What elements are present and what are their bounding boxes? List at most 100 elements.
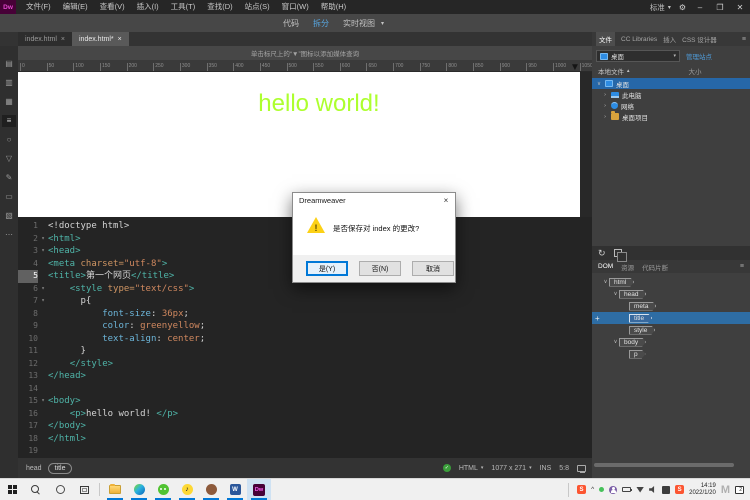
fold-icon[interactable]: ▾ <box>38 283 48 296</box>
tag-title-selected[interactable]: title <box>48 463 73 474</box>
panel-menu-icon[interactable]: ≡ <box>742 36 746 43</box>
network-icon[interactable] <box>636 487 644 493</box>
tray-expand-icon[interactable]: ^ <box>591 486 594 493</box>
taskbar-wechat[interactable] <box>151 479 175 500</box>
panel-menu-icon[interactable]: ≡ <box>740 263 744 270</box>
taskbar-word[interactable]: W <box>223 479 247 500</box>
window-size-label[interactable]: 1077 x 271 <box>491 465 526 472</box>
tab-cc-libraries[interactable]: CC Libraries <box>621 36 657 43</box>
code-line[interactable]: 19 <box>18 445 592 458</box>
code-line[interactable]: 11 } <box>18 345 592 358</box>
code-line[interactable]: 16 <p>hello world! </p> <box>18 408 592 421</box>
add-element-icon[interactable]: + <box>595 314 600 323</box>
menu-item-8[interactable]: 帮助(H) <box>315 0 352 14</box>
left-tool-icon-1[interactable]: ▥ <box>2 77 16 89</box>
code-line[interactable]: 9 color: greenyellow; <box>18 320 592 333</box>
chevron-closed-icon[interactable]: › <box>602 92 608 98</box>
dom-tree-item-style[interactable]: style <box>592 324 750 336</box>
notification-center-icon[interactable]: 2 <box>735 486 744 494</box>
menu-item-3[interactable]: 插入(I) <box>131 0 165 14</box>
manage-sites-link[interactable]: 管理站点 <box>686 51 712 61</box>
document-tab-1[interactable]: index.html*× <box>72 32 129 46</box>
taskbar-start[interactable] <box>0 479 24 500</box>
left-tool-icon-0[interactable]: ▤ <box>2 58 16 70</box>
tag-head[interactable]: head <box>26 465 42 472</box>
more-tools-icon[interactable]: ⋯ <box>2 229 16 241</box>
taskbar-task-view[interactable] <box>72 479 96 500</box>
left-tool-icon-4[interactable]: ○ <box>2 134 16 146</box>
chevron-open-icon[interactable]: ∨ <box>596 81 602 87</box>
dialog-close-icon[interactable]: × <box>437 196 455 205</box>
get-put-files-icon[interactable] <box>614 249 622 257</box>
menu-item-2[interactable]: 查看(V) <box>94 0 131 14</box>
taskbar-file-explorer[interactable] <box>103 479 127 500</box>
close-button[interactable]: ✕ <box>734 3 746 12</box>
code-line[interactable]: 13</head> <box>18 370 592 383</box>
dom-tree-item-p[interactable]: p <box>592 348 750 360</box>
code-line[interactable]: 18</html> <box>18 433 592 446</box>
split-view-button[interactable]: 拆分 <box>313 18 329 29</box>
refresh-icon[interactable]: ↻ <box>598 246 606 260</box>
dom-tree-item-html[interactable]: ∨html <box>592 276 750 288</box>
dialog-button-1[interactable]: 否(N) <box>359 261 401 276</box>
code-line[interactable]: 17</body> <box>18 420 592 433</box>
dom-tree-item-title[interactable]: +title <box>592 312 750 324</box>
code-line[interactable]: 12 </style> <box>18 358 592 371</box>
workspace-switcher[interactable]: 标准 ▾ <box>650 2 671 13</box>
left-tool-icon-2[interactable]: ▦ <box>2 96 16 108</box>
dom-horizontal-scrollbar[interactable] <box>594 463 734 467</box>
fold-icon[interactable]: ▾ <box>38 295 48 308</box>
chevron-closed-icon[interactable]: › <box>602 103 608 109</box>
chevron-open-icon[interactable]: ∨ <box>612 339 619 345</box>
tab-snippets[interactable]: 代码片断 <box>642 262 668 272</box>
fold-icon[interactable]: ▾ <box>38 233 48 246</box>
tray-app-s-icon[interactable]: S <box>675 485 684 494</box>
code-line[interactable]: 7▾ p{ <box>18 295 592 308</box>
taskbar-qq-music[interactable]: ♪ <box>175 479 199 500</box>
taskbar-cortana[interactable] <box>48 479 72 500</box>
code-view-button[interactable]: 代码 <box>283 18 299 29</box>
tab-dom[interactable]: DOM <box>598 263 613 270</box>
taskbar-search[interactable] <box>24 479 48 500</box>
tab-close-icon[interactable]: × <box>61 36 65 43</box>
minimize-button[interactable]: – <box>694 3 706 12</box>
restore-button[interactable]: ❐ <box>714 3 726 12</box>
left-tool-icon-3[interactable]: ≡ <box>2 115 16 127</box>
files-tree-item-2[interactable]: ›网络 <box>592 100 750 111</box>
left-tool-icon-5[interactable]: ▽ <box>2 153 16 165</box>
chevron-open-icon[interactable]: ∨ <box>602 279 609 285</box>
dialog-button-0[interactable]: 是(Y) <box>306 261 348 276</box>
chevron-down-icon[interactable]: ▾ <box>529 465 532 471</box>
dom-tree-item-body[interactable]: ∨body <box>592 336 750 348</box>
code-line[interactable]: 15▾<body> <box>18 395 592 408</box>
code-line[interactable]: 10 text-align: center; <box>18 333 592 346</box>
taskbar-edge[interactable] <box>127 479 151 500</box>
menu-item-5[interactable]: 查找(D) <box>201 0 238 14</box>
tab-insert[interactable]: 插入 <box>663 34 676 44</box>
files-tree-item-3[interactable]: ›桌面项目 <box>592 111 750 122</box>
volume-icon[interactable] <box>649 486 657 493</box>
tab-close-icon[interactable]: × <box>118 36 122 43</box>
chevron-down-icon[interactable]: ▾ <box>381 20 384 27</box>
code-line[interactable]: 14 <box>18 383 592 396</box>
dom-tree-item-head[interactable]: ∨head <box>592 288 750 300</box>
files-tree-item-0[interactable]: ∨桌面 <box>592 78 750 89</box>
left-tool-icon-7[interactable]: ▭ <box>2 191 16 203</box>
col-size[interactable]: 大小 <box>688 66 701 76</box>
ime-indicator-icon[interactable] <box>662 486 670 494</box>
qq-tray-icon[interactable] <box>609 486 617 494</box>
taskbar-clock[interactable]: 14:19 2022/1/20 <box>689 483 716 497</box>
preview-device-icon[interactable] <box>577 465 586 472</box>
files-tree-item-1[interactable]: ›此电脑 <box>592 89 750 100</box>
chevron-closed-icon[interactable]: › <box>602 114 608 120</box>
col-local-files[interactable]: 本地文件 <box>598 66 624 76</box>
menu-item-0[interactable]: 文件(F) <box>20 0 57 14</box>
battery-icon[interactable] <box>622 487 631 492</box>
tray-app-s-icon[interactable]: S <box>577 485 586 494</box>
tab-assets[interactable]: 资源 <box>621 262 634 272</box>
doc-type-label[interactable]: HTML <box>459 465 478 472</box>
media-query-marker-icon[interactable]: ▼ <box>570 62 580 73</box>
code-line[interactable]: 8 font-size: 36px; <box>18 308 592 321</box>
dialog-button-2[interactable]: 取消 <box>412 261 454 276</box>
menu-item-4[interactable]: 工具(T) <box>165 0 202 14</box>
